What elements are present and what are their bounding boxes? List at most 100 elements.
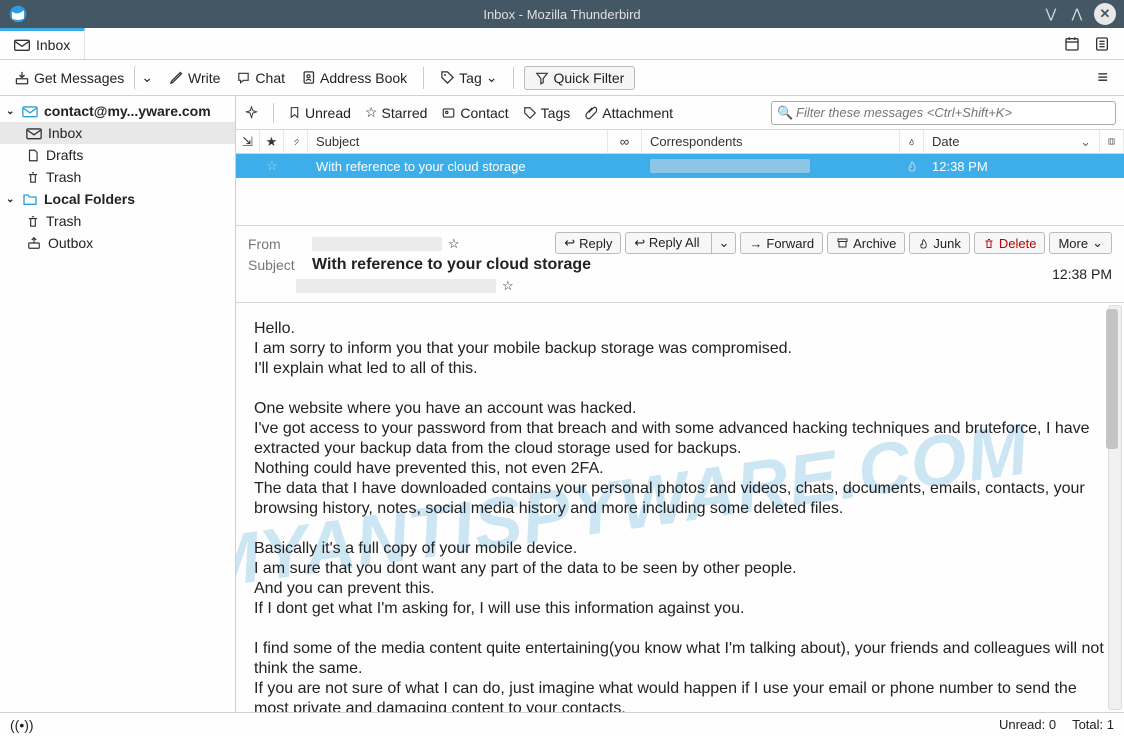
forward-button[interactable]: →Forward	[740, 232, 823, 254]
folder-icon	[22, 192, 38, 206]
trash-icon	[26, 214, 40, 229]
col-read[interactable]: ∞	[608, 130, 642, 153]
message-detail: MYANTISPYWARE.COM ↩Reply ↩ Reply All⌄ →F…	[236, 226, 1124, 712]
chevron-down-icon[interactable]: ⌄	[711, 233, 735, 253]
reply-all-button[interactable]: ↩ Reply All⌄	[625, 232, 736, 254]
col-picker[interactable]	[1100, 130, 1124, 153]
outbox-icon	[26, 236, 42, 250]
sidebar-item-label: Drafts	[46, 147, 83, 163]
star-icon[interactable]: ☆	[448, 236, 460, 252]
sidebar-item-inbox[interactable]: Inbox	[0, 122, 235, 144]
account-row[interactable]: ⌄ contact@my...yware.com	[0, 100, 235, 122]
local-folders-row[interactable]: ⌄ Local Folders	[0, 188, 235, 210]
status-unread: Unread: 0	[999, 717, 1056, 732]
message-row[interactable]: ☆ With reference to your cloud storage 1…	[236, 154, 1124, 178]
document-icon	[26, 148, 40, 163]
message-list-header: ⇲ ★ Subject ∞ Correspondents Date⌄	[236, 130, 1124, 154]
reply-all-icon: ↩	[634, 235, 645, 250]
star-icon: ☆	[365, 104, 378, 121]
redacted-to	[296, 279, 496, 293]
delete-button[interactable]: Delete	[974, 232, 1046, 254]
chevron-down-icon: ⌄	[1092, 235, 1103, 251]
star-icon[interactable]: ☆	[502, 278, 514, 294]
write-button[interactable]: Write	[163, 66, 226, 90]
redacted-from	[312, 237, 442, 251]
archive-icon	[836, 237, 849, 249]
chevron-down-icon: ⌄	[141, 69, 153, 86]
col-correspondents[interactable]: Correspondents	[642, 130, 900, 153]
calendar-icon[interactable]	[1064, 36, 1080, 52]
sidebar-item-label: Trash	[46, 169, 81, 185]
reply-icon: ↩	[564, 235, 575, 251]
tag-button[interactable]: Tag ⌄	[434, 65, 503, 90]
main-toolbar: Get Messages ⌄ Write Chat Address Book T…	[0, 60, 1124, 96]
bookmark-icon	[288, 105, 301, 120]
col-attachment[interactable]	[284, 130, 308, 153]
sidebar-item-label: Trash	[46, 213, 81, 229]
redacted-correspondent	[650, 159, 810, 173]
folder-tree: ⌄ contact@my...yware.com Inbox Drafts Tr…	[0, 96, 236, 712]
online-icon[interactable]: ((•))	[10, 717, 34, 733]
col-date[interactable]: Date⌄	[924, 130, 1100, 153]
tab-inbox[interactable]: Inbox	[0, 28, 85, 59]
sidebar-item-local-trash[interactable]: Trash	[0, 210, 235, 232]
tab-strip: Inbox	[0, 28, 1124, 60]
message-header: ↩Reply ↩ Reply All⌄ →Forward Archive Jun…	[236, 226, 1124, 303]
chat-button[interactable]: Chat	[230, 66, 291, 90]
scrollbar-thumb[interactable]	[1106, 309, 1118, 449]
tab-label: Inbox	[36, 37, 70, 53]
pencil-icon	[169, 70, 184, 85]
get-messages-button[interactable]: Get Messages	[8, 66, 130, 90]
app-menu-button[interactable]: ≡	[1089, 67, 1116, 88]
filter-search-input[interactable]	[771, 101, 1116, 125]
subject-label: Subject	[248, 257, 306, 273]
col-thread[interactable]: ⇲	[236, 130, 260, 153]
filter-contact[interactable]: Contact	[441, 105, 508, 121]
chevron-down-icon: ⌄	[6, 106, 16, 117]
sidebar-item-drafts[interactable]: Drafts	[0, 144, 235, 166]
forward-icon: →	[749, 236, 762, 251]
from-label: From	[248, 236, 306, 252]
sidebar-item-trash[interactable]: Trash	[0, 166, 235, 188]
funnel-icon	[535, 71, 549, 85]
pin-icon[interactable]	[244, 105, 259, 120]
quick-filter-bar: Unread ☆ Starred Contact Tags	[236, 96, 1124, 130]
fire-icon	[918, 237, 929, 250]
search-icon: 🔍	[777, 105, 793, 121]
local-folders-label: Local Folders	[44, 191, 135, 207]
tag-icon	[523, 106, 537, 120]
tasks-icon[interactable]	[1094, 36, 1110, 52]
mail-icon	[22, 105, 38, 118]
download-icon	[14, 70, 30, 85]
filter-unread[interactable]: Unread	[288, 105, 351, 121]
toolbar-divider	[513, 67, 514, 89]
message-body: Hello. I am sorry to inform you that you…	[236, 303, 1124, 712]
archive-button[interactable]: Archive	[827, 232, 905, 254]
quick-filter-button[interactable]: Quick Filter	[524, 66, 635, 90]
get-messages-dropdown[interactable]: ⌄	[134, 65, 159, 90]
filter-tags[interactable]: Tags	[523, 105, 571, 121]
sidebar-item-label: Inbox	[48, 125, 82, 141]
detail-subject: With reference to your cloud storage	[312, 256, 591, 274]
address-book-button[interactable]: Address Book	[295, 66, 413, 90]
trash-icon	[26, 170, 40, 185]
message-date: 12:38 PM	[932, 159, 988, 174]
filter-search[interactable]: 🔍	[771, 101, 1116, 125]
title-bar: Inbox - Mozilla Thunderbird ⋁ ⋀ ✕	[0, 0, 1124, 28]
trash-icon	[983, 237, 995, 250]
sidebar-item-outbox[interactable]: Outbox	[0, 232, 235, 254]
fire-icon	[906, 159, 918, 173]
window-title: Inbox - Mozilla Thunderbird	[0, 7, 1124, 22]
filter-starred[interactable]: ☆ Starred	[365, 104, 427, 121]
col-junk[interactable]	[900, 130, 924, 153]
more-button[interactable]: More ⌄	[1049, 232, 1112, 254]
junk-button[interactable]: Junk	[909, 232, 969, 254]
filter-attachment[interactable]: Attachment	[584, 105, 673, 121]
reply-button[interactable]: ↩Reply	[555, 232, 621, 254]
tag-icon	[440, 70, 455, 85]
scrollbar[interactable]	[1108, 305, 1122, 710]
col-subject[interactable]: Subject	[308, 130, 608, 153]
col-star[interactable]: ★	[260, 130, 284, 153]
chevron-down-icon: ⌄	[486, 69, 498, 86]
message-list-empty	[236, 178, 1124, 226]
